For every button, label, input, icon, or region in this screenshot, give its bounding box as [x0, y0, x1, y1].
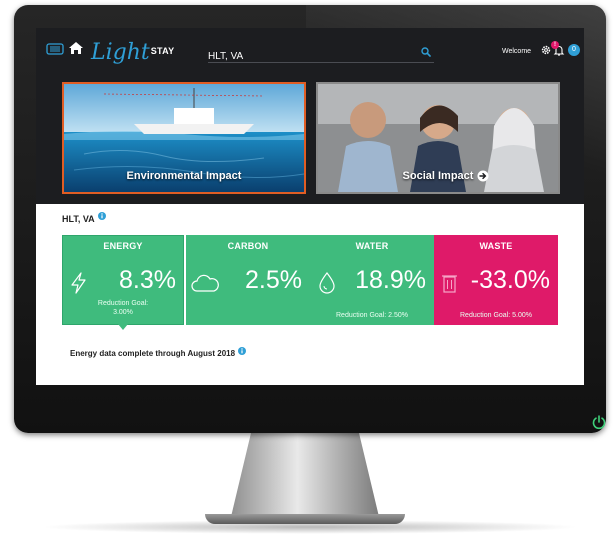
cloud-icon: [191, 274, 219, 292]
search-bar: [208, 46, 434, 63]
lightstay-logo[interactable]: Light STAY: [91, 35, 174, 65]
monitor-base: [205, 514, 405, 524]
environmental-impact-label: Environmental Impact: [126, 170, 242, 182]
arrow-right-circle-icon[interactable]: [477, 170, 489, 182]
selected-card-pointer: [118, 324, 128, 330]
waste-card[interactable]: WASTE -33.0% Reduction Goal: 5.00%: [434, 235, 558, 325]
environmental-impact-banner[interactable]: Environmental Impact: [62, 82, 306, 194]
social-impact-link: Social Impact: [326, 170, 558, 182]
energy-data-note-text: Energy data complete through August 2018: [70, 349, 236, 358]
waste-goal: Reduction Goal: 5.00%: [460, 312, 532, 319]
lightning-icon: [71, 272, 86, 294]
carbon-value: 2.5%: [245, 266, 302, 294]
energy-card[interactable]: ENERGY 8.3% Reduction Goal: 3.00%: [62, 235, 184, 325]
info-icon[interactable]: [238, 346, 247, 355]
search-input[interactable]: [208, 51, 408, 62]
location-label: HLT, VA: [62, 214, 95, 224]
social-impact-label: Social Impact: [402, 170, 474, 182]
water-goal: Reduction Goal: 2.50%: [336, 312, 408, 319]
logo-light-text: Light: [91, 40, 150, 65]
carbon-card-title: CARBON: [227, 241, 269, 251]
search-icon[interactable]: [421, 47, 431, 57]
menu-icon[interactable]: [46, 42, 64, 56]
location-heading: HLT, VA: [62, 212, 106, 224]
water-drop-icon: [319, 272, 335, 294]
energy-card-title: ENERGY: [103, 241, 143, 251]
carbon-card[interactable]: CARBON 2.5%: [186, 235, 310, 325]
social-impact-banner[interactable]: Social Impact: [316, 82, 560, 194]
logo-stay-text: STAY: [150, 46, 175, 56]
info-icon[interactable]: [97, 212, 106, 220]
notification-count-badge[interactable]: 0: [568, 44, 580, 56]
trash-icon: [442, 275, 457, 293]
header: Light STAY Welcome ! 0: [36, 28, 584, 204]
energy-goal-label: Reduction Goal:: [97, 300, 149, 307]
energy-value: 8.3%: [119, 266, 176, 294]
energy-goal: Reduction Goal: 3.00%: [62, 299, 184, 317]
alert-badge: !: [551, 41, 559, 49]
waste-value: -33.0%: [470, 266, 550, 294]
waste-card-title: WASTE: [479, 241, 513, 251]
water-card[interactable]: WATER 18.9% Reduction Goal: 2.50%: [310, 235, 434, 325]
energy-goal-value: 3.00%: [113, 309, 133, 316]
energy-data-note: Energy data complete through August 2018: [70, 346, 247, 358]
welcome-text: Welcome: [502, 48, 532, 55]
power-icon[interactable]: [591, 414, 607, 430]
app-screen: Light STAY Welcome ! 0: [36, 28, 584, 385]
home-icon[interactable]: [68, 40, 84, 56]
monitor-stand: [230, 433, 380, 521]
water-value: 18.9%: [355, 266, 426, 294]
water-card-title: WATER: [355, 241, 389, 251]
